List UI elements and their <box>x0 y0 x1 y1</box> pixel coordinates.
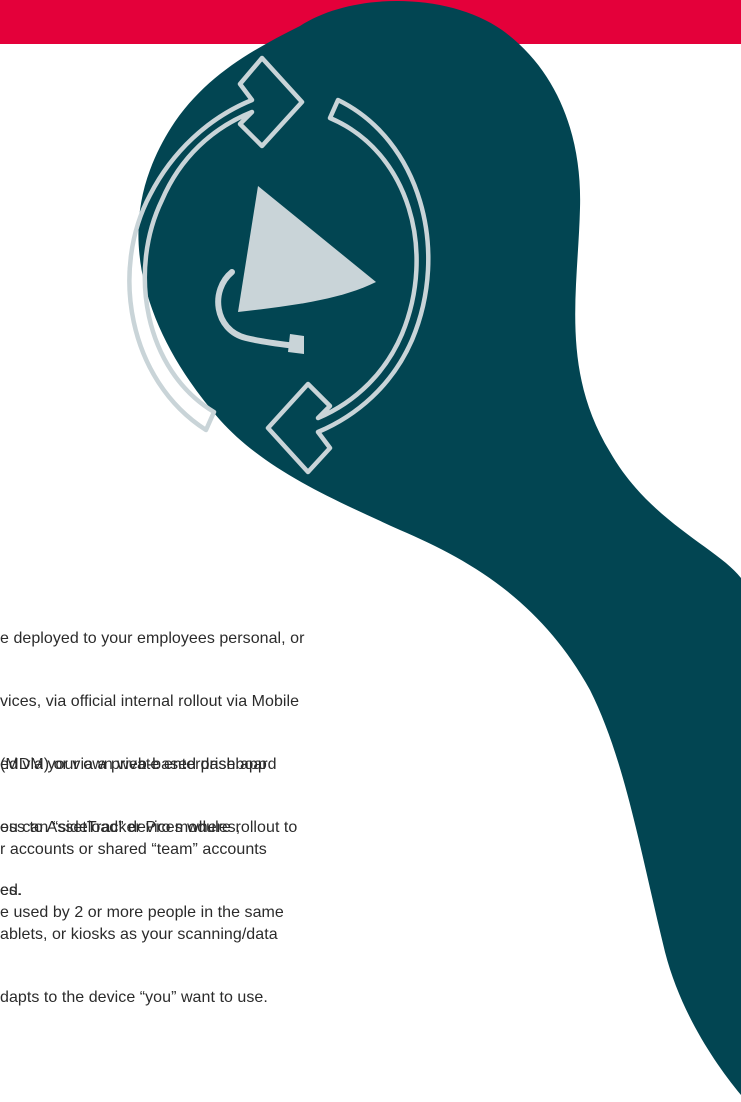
text-line: ablets, or kiosks as your scanning/data <box>0 926 278 943</box>
text-line: e deployed to your employees personal, o… <box>0 630 305 647</box>
text-line: dapts to the device “you” want to use. <box>0 989 268 1006</box>
text-line: ed via your own web-based dashboard <box>0 756 277 773</box>
text-line: r accounts or shared “team” accounts <box>0 841 267 858</box>
text-line: vices, via official internal rollout via… <box>0 693 300 710</box>
paragraph-devices: ablets, or kiosks as your scanning/data … <box>0 882 278 1029</box>
